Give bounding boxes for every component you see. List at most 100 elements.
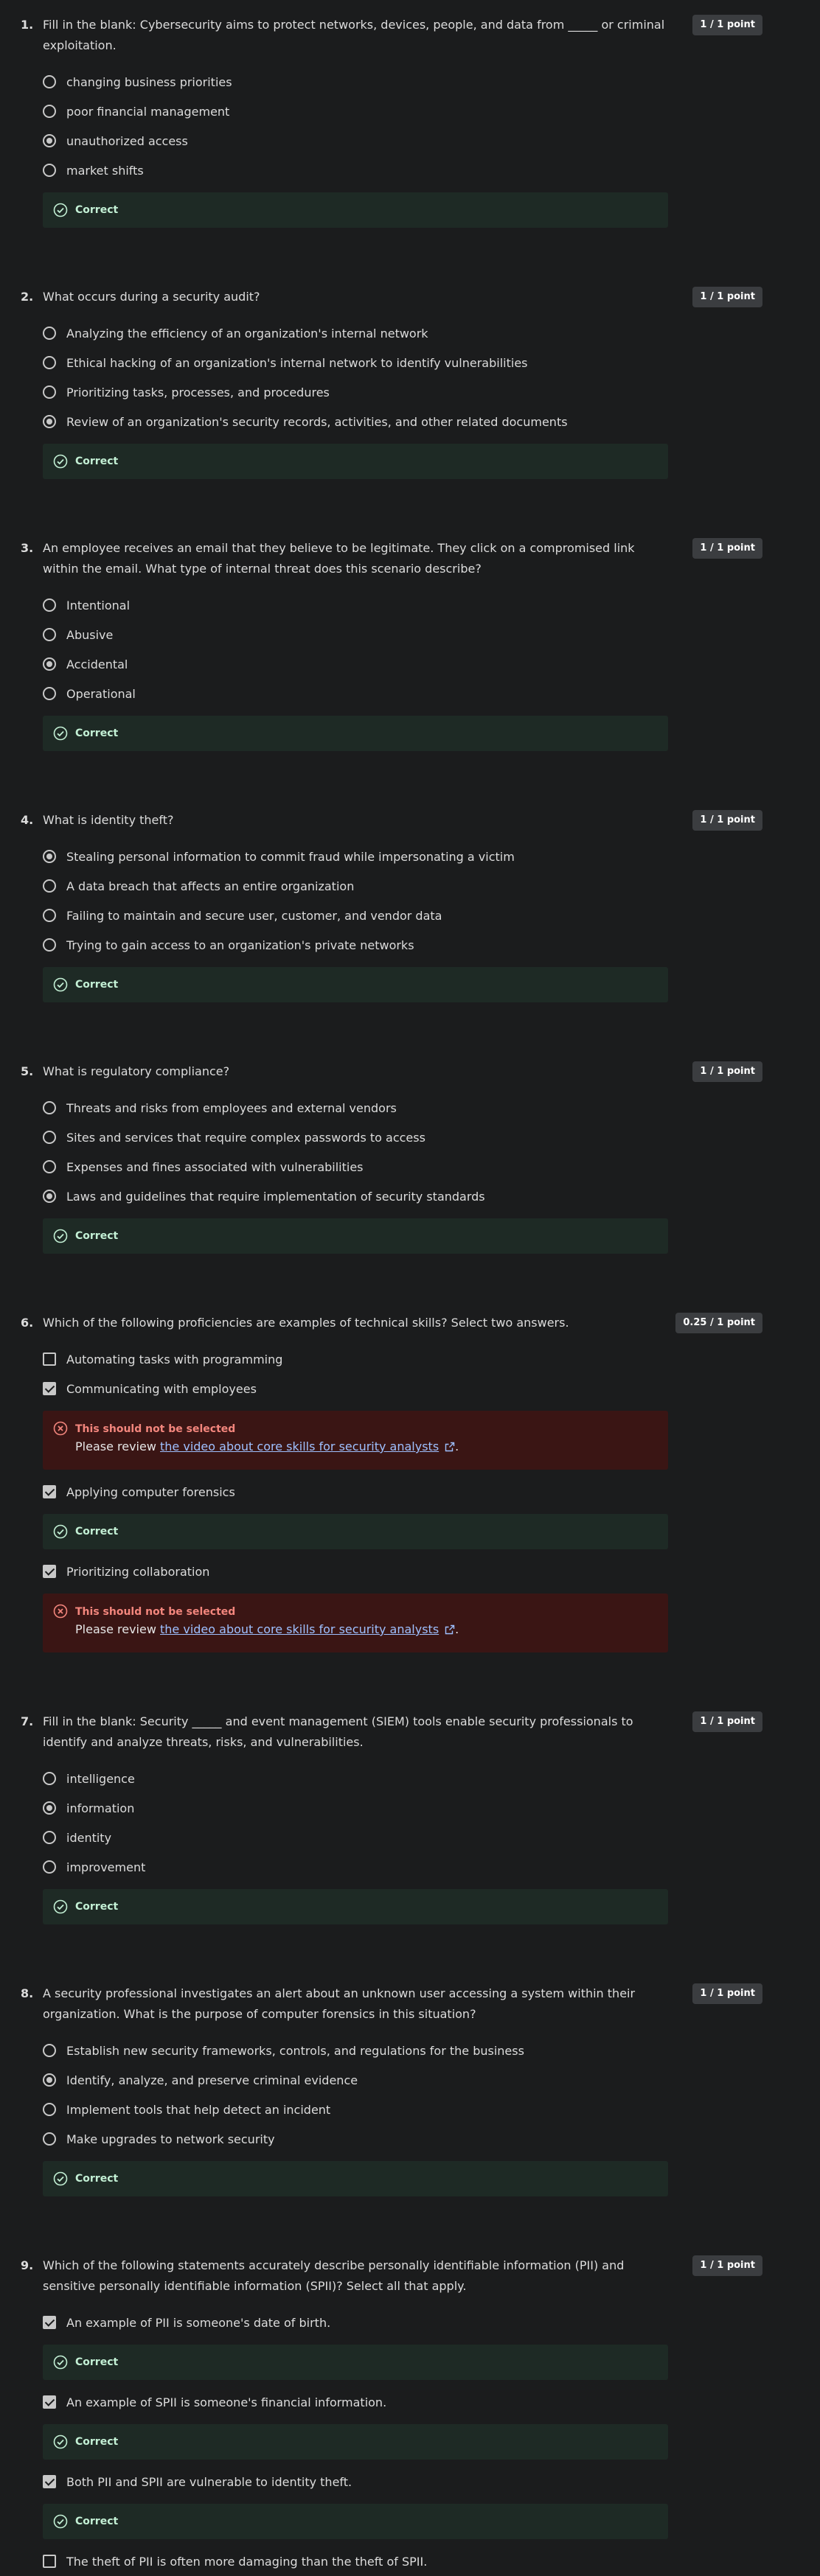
- external-link-icon[interactable]: [445, 1622, 455, 1641]
- radio-option[interactable]: Ethical hacking of an organization's int…: [43, 348, 762, 377]
- points-badge: 1 / 1 point: [692, 287, 762, 307]
- radio-unselected[interactable]: [43, 327, 56, 340]
- radio-unselected[interactable]: [43, 938, 56, 952]
- radio-option[interactable]: Expenses and fines associated with vulne…: [43, 1152, 762, 1181]
- question-header: 9. Which of the following statements accu…: [21, 2255, 762, 2297]
- radio-unselected[interactable]: [43, 2103, 56, 2116]
- radio-unselected[interactable]: [43, 909, 56, 922]
- radio-selected[interactable]: [43, 2073, 56, 2087]
- option-label: Identify, analyze, and preserve criminal…: [66, 2073, 358, 2087]
- question-text: A security professional investigates an …: [43, 1986, 636, 2021]
- question-text: Fill in the blank: Security _____ and ev…: [43, 1714, 633, 1749]
- radio-unselected[interactable]: [43, 1772, 56, 1785]
- points-badge: 1 / 1 point: [692, 1061, 762, 1082]
- checkbox-option[interactable]: Prioritizing collaboration: [43, 1557, 762, 1586]
- question-2: 2. What occurs during a security audit? 1 …: [21, 287, 762, 479]
- checkbox-option[interactable]: The theft of PII is often more damaging …: [43, 2547, 762, 2576]
- radio-option[interactable]: A data breach that affects an entire org…: [43, 871, 762, 901]
- external-link-icon[interactable]: [445, 1439, 455, 1458]
- radio-option[interactable]: unauthorized access: [43, 126, 762, 156]
- radio-option[interactable]: Failing to maintain and secure user, cus…: [43, 901, 762, 930]
- checkbox-checked[interactable]: [43, 1485, 56, 1498]
- radio-unselected[interactable]: [43, 687, 56, 700]
- feedback-correct: Correct: [43, 444, 668, 479]
- checkbox-option[interactable]: Automating tasks with programming: [43, 1344, 762, 1374]
- radio-unselected[interactable]: [43, 1131, 56, 1144]
- radio-unselected[interactable]: [43, 879, 56, 893]
- radio-unselected[interactable]: [43, 1101, 56, 1114]
- checkbox-option[interactable]: An example of SPII is someone's financia…: [43, 2387, 762, 2417]
- question-3: 3. An employee receives an email that the…: [21, 538, 762, 751]
- radio-unselected[interactable]: [43, 385, 56, 399]
- question-header: 4. What is identity theft?: [21, 810, 762, 831]
- radio-unselected[interactable]: [43, 1160, 56, 1173]
- radio-option[interactable]: Sites and services that require complex …: [43, 1123, 762, 1152]
- radio-selected[interactable]: [43, 850, 56, 863]
- radio-option[interactable]: Make upgrades to network security: [43, 2124, 762, 2154]
- radio-option[interactable]: Threats and risks from employees and ext…: [43, 1093, 762, 1123]
- option-label: Intentional: [66, 598, 131, 612]
- review-video-link[interactable]: the video about core skills for security…: [160, 1439, 439, 1453]
- radio-option[interactable]: Laws and guidelines that require impleme…: [43, 1181, 762, 1211]
- radio-unselected[interactable]: [43, 105, 56, 118]
- checkbox-option[interactable]: Both PII and SPII are vulnerable to iden…: [43, 2467, 762, 2496]
- feedback-incorrect-label: This should not be selected: [75, 1606, 236, 1618]
- option-label: Ethical hacking of an organization's int…: [66, 355, 528, 370]
- radio-unselected[interactable]: [43, 2132, 56, 2146]
- radio-option[interactable]: intelligence: [43, 1764, 762, 1793]
- radio-unselected[interactable]: [43, 356, 56, 369]
- x-circle-icon: [53, 1604, 68, 1619]
- radio-selected[interactable]: [43, 134, 56, 147]
- radio-option[interactable]: identity: [43, 1823, 762, 1852]
- radio-option[interactable]: Implement tools that help detect an inci…: [43, 2095, 762, 2124]
- radio-option[interactable]: Accidental: [43, 649, 762, 679]
- radio-unselected[interactable]: [43, 598, 56, 612]
- checkbox-checked[interactable]: [43, 2475, 56, 2488]
- radio-option[interactable]: improvement: [43, 1852, 762, 1882]
- option-label: Threats and risks from employees and ext…: [66, 1100, 397, 1115]
- radio-option[interactable]: Analyzing the efficiency of an organizat…: [43, 318, 762, 348]
- checkbox-checked[interactable]: [43, 2395, 56, 2409]
- checkbox-option[interactable]: An example of PII is someone's date of b…: [43, 2308, 762, 2337]
- radio-unselected[interactable]: [43, 628, 56, 641]
- radio-option[interactable]: Abusive: [43, 620, 762, 649]
- radio-unselected[interactable]: [43, 164, 56, 177]
- radio-unselected[interactable]: [43, 1860, 56, 1874]
- checkbox-checked[interactable]: [43, 2316, 56, 2329]
- radio-option[interactable]: information: [43, 1793, 762, 1823]
- radio-option[interactable]: Intentional: [43, 590, 762, 620]
- radio-option[interactable]: Trying to gain access to an organization…: [43, 930, 762, 960]
- radio-option[interactable]: poor financial management: [43, 97, 762, 126]
- checkbox-checked[interactable]: [43, 1382, 56, 1395]
- answer-options: An example of PII is someone's date of b…: [43, 2308, 762, 2576]
- checkbox-option[interactable]: Communicating with employees: [43, 1374, 762, 1403]
- review-video-link[interactable]: the video about core skills for security…: [160, 1622, 439, 1636]
- checkbox-unchecked[interactable]: [43, 1352, 56, 1366]
- radio-option[interactable]: Prioritizing tasks, processes, and proce…: [43, 377, 762, 407]
- radio-option[interactable]: Review of an organization's security rec…: [43, 407, 762, 436]
- check-circle-icon: [53, 1524, 68, 1539]
- radio-option[interactable]: market shifts: [43, 156, 762, 185]
- radio-option[interactable]: Operational: [43, 679, 762, 708]
- radio-selected[interactable]: [43, 1190, 56, 1203]
- checkbox-unchecked[interactable]: [43, 2555, 56, 2568]
- radio-option[interactable]: Stealing personal information to commit …: [43, 842, 762, 871]
- question-text: Which of the following statements accura…: [43, 2258, 625, 2293]
- option-label: market shifts: [66, 163, 144, 178]
- checkbox-checked[interactable]: [43, 1565, 56, 1578]
- radio-option[interactable]: Establish new security frameworks, contr…: [43, 2036, 762, 2065]
- feedback-incorrect-content: This should not be selected Please review…: [75, 1604, 459, 1641]
- radio-option[interactable]: Identify, analyze, and preserve criminal…: [43, 2065, 762, 2095]
- option-label: poor financial management: [66, 104, 230, 119]
- checkbox-option[interactable]: Applying computer forensics: [43, 1477, 762, 1507]
- check-circle-icon: [53, 1899, 68, 1914]
- radio-unselected[interactable]: [43, 75, 56, 88]
- question-header: 7. Fill in the blank: Security _____ and …: [21, 1711, 762, 1753]
- radio-selected[interactable]: [43, 657, 56, 671]
- option-label: unauthorized access: [66, 133, 188, 148]
- radio-selected[interactable]: [43, 1801, 56, 1815]
- radio-unselected[interactable]: [43, 1831, 56, 1844]
- radio-selected[interactable]: [43, 415, 56, 428]
- radio-option[interactable]: changing business priorities: [43, 67, 762, 97]
- radio-unselected[interactable]: [43, 2044, 56, 2057]
